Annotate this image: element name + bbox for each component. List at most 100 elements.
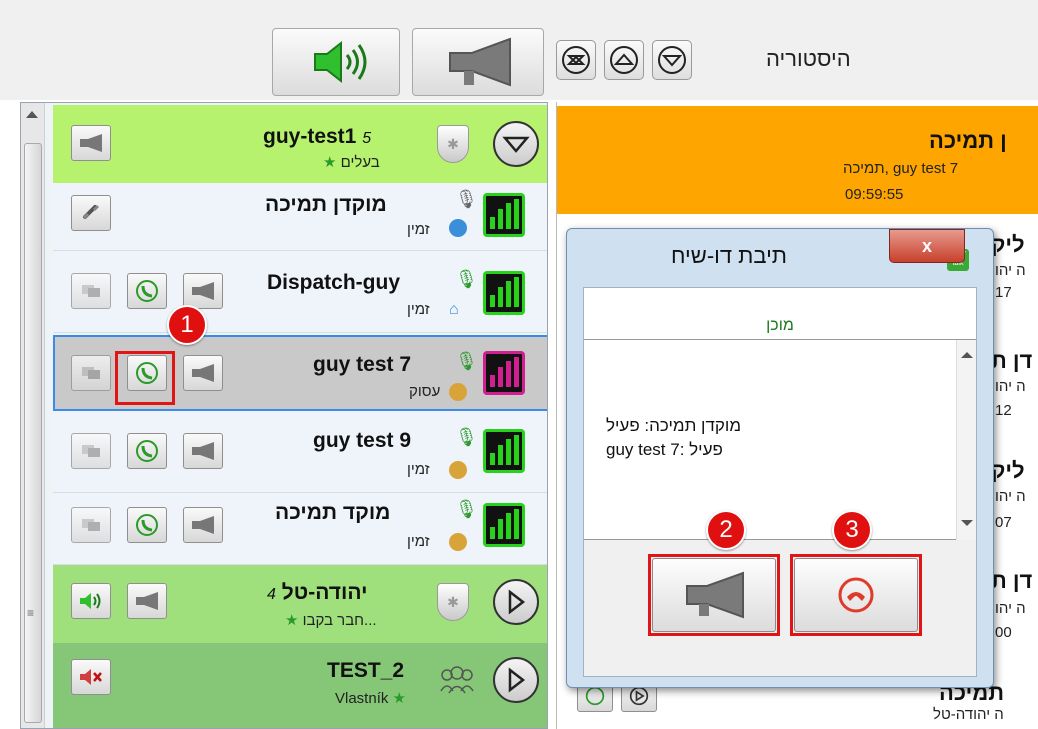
- expand-group-button[interactable]: [493, 579, 539, 625]
- group-muted-speaker-button[interactable]: [71, 659, 111, 695]
- microphone-icon: 🎙: [455, 427, 478, 447]
- scroll-down-arrow-icon[interactable]: [961, 520, 973, 526]
- broadcast-button[interactable]: [412, 28, 544, 96]
- log-line: מוקדן תמיכה: פעיל: [606, 416, 742, 435]
- history-label: היסטוריה: [766, 46, 851, 71]
- speaker-muted-icon: [80, 669, 102, 685]
- log-line: guy test 7: פעיל: [606, 440, 723, 459]
- chat-icon: [82, 285, 100, 297]
- microphone-icon: 🎙: [455, 351, 478, 371]
- user-status: זמין: [407, 533, 430, 550]
- group-role: ★ בעלים: [323, 153, 380, 171]
- user-status: זמין: [407, 301, 430, 318]
- history-name: ליק: [991, 232, 1025, 257]
- member-count: 4: [267, 586, 276, 603]
- group-row-yehuda-tal[interactable]: 4 יהודה-טל ★ חבר בקבו... ✱: [53, 565, 547, 643]
- group-row-test-2[interactable]: TEST_2 Vlastník ★: [53, 643, 547, 728]
- scroll-thumb[interactable]: [24, 143, 42, 723]
- globe-icon: [449, 533, 467, 551]
- step-marker-2: 2: [706, 510, 746, 550]
- intercom-dialog: תיבת דו-שיח Easy talk x מוכן מוקדן תמיכה…: [566, 228, 994, 688]
- top-toolbar: היסטוריה: [0, 0, 1038, 100]
- signal-icon: [483, 429, 525, 473]
- microphone-icon: 🎙: [455, 269, 478, 289]
- log-scrollbar[interactable]: [956, 340, 976, 540]
- message-button[interactable]: [71, 355, 111, 391]
- user-row-support-center[interactable]: מוקד תמיכה זמין 🎙: [53, 493, 547, 565]
- broadcast-button[interactable]: [183, 273, 223, 309]
- user-name: guy test 9: [313, 429, 412, 452]
- phone-icon: [136, 440, 158, 462]
- contacts-scrollbar[interactable]: ≡: [21, 103, 45, 728]
- history-sub: ה יהו: [995, 488, 1026, 505]
- megaphone-icon: [80, 134, 102, 152]
- close-button[interactable]: x: [889, 229, 965, 263]
- user-row-guy-test-9[interactable]: guy test 9 זמין 🎙: [53, 413, 547, 493]
- speaker-button[interactable]: [272, 28, 400, 96]
- scroll-up-arrow-icon[interactable]: [961, 352, 973, 358]
- step-marker-1: 1: [167, 305, 207, 345]
- scroll-up-button[interactable]: [604, 40, 644, 80]
- highlight-broadcast-button: [648, 554, 780, 636]
- history-sub: ה יהו: [995, 262, 1026, 279]
- history-time: 00: [995, 624, 1012, 641]
- dialog-body: מוכן מוקדן תמיכה: פעיל guy test 7: פעיל …: [583, 287, 977, 677]
- group-role: Vlastník ★: [335, 689, 406, 707]
- globe-icon: [449, 383, 467, 401]
- message-button[interactable]: [71, 273, 111, 309]
- microphone-icon: 🎙: [455, 499, 478, 519]
- message-button[interactable]: [71, 507, 111, 543]
- megaphone-icon: [449, 37, 511, 87]
- star-icon: ★: [323, 154, 337, 171]
- chevron-right-icon: [508, 667, 526, 693]
- chat-icon: [82, 519, 100, 531]
- call-button[interactable]: [127, 433, 167, 469]
- user-status: זמין: [407, 221, 430, 238]
- star-icon: ★: [392, 690, 406, 707]
- group-members-icon: [437, 665, 477, 695]
- broadcast-button[interactable]: [183, 355, 223, 391]
- group-speaker-button[interactable]: [71, 583, 111, 619]
- signal-icon: [483, 193, 525, 237]
- shield-icon: ✱: [437, 583, 469, 621]
- call-participants: תמיכה, guy test 7: [843, 160, 959, 177]
- broadcast-button[interactable]: [183, 433, 223, 469]
- speaker-icon: [80, 593, 101, 609]
- megaphone-icon: [192, 516, 214, 534]
- group-name-text: יהודה-טל: [281, 581, 368, 604]
- log-box[interactable]: מוקדן תמיכה: פעיל guy test 7: פעיל: [584, 340, 976, 540]
- call-button[interactable]: [127, 273, 167, 309]
- user-status: זמין: [407, 461, 430, 478]
- link-button[interactable]: [71, 195, 111, 231]
- expand-group-button[interactable]: [493, 657, 539, 703]
- down-arrow-icon: [658, 46, 686, 74]
- contacts-panel: ≡ guy-test1 5 ★ בעלים ✱ מוקדן תמיכה זמין…: [20, 102, 548, 729]
- group-role-text: בעלים: [340, 154, 380, 171]
- scroll-up-arrow-icon[interactable]: [26, 111, 38, 118]
- signal-icon: [483, 271, 525, 315]
- group-broadcast-button[interactable]: [71, 125, 111, 161]
- member-count: 5: [362, 130, 372, 147]
- scroll-top-button[interactable]: [556, 40, 596, 80]
- up-arrow-icon: [610, 46, 638, 74]
- highlight-call-button: [115, 351, 175, 405]
- globe-icon: [449, 461, 467, 479]
- active-call-header[interactable]: ן תמיכה תמיכה, guy test 7 09:59:55: [557, 106, 1038, 214]
- user-row-dispatch-guy[interactable]: Dispatch-guy זמין 🎙 ⌂: [53, 251, 547, 333]
- scroll-down-button[interactable]: [652, 40, 692, 80]
- chat-icon: [82, 367, 100, 379]
- group-row-guy-test1[interactable]: guy-test1 5 ★ בעלים ✱: [53, 105, 547, 183]
- call-button[interactable]: [127, 507, 167, 543]
- group-broadcast-button[interactable]: [127, 583, 167, 619]
- user-row-support-agent[interactable]: מוקדן תמיכה זמין 🎙: [53, 183, 547, 251]
- message-button[interactable]: [71, 433, 111, 469]
- first-icon: [562, 46, 590, 74]
- collapse-group-button[interactable]: [493, 121, 539, 167]
- user-name: מוקדן תמיכה: [265, 193, 387, 216]
- step-marker-3: 3: [832, 510, 872, 550]
- history-sub: ה יהו: [995, 378, 1026, 395]
- broadcast-button[interactable]: [183, 507, 223, 543]
- phone-icon: [585, 686, 605, 706]
- user-name: Dispatch-guy: [267, 271, 401, 294]
- group-name: guy-test1 5: [263, 125, 371, 149]
